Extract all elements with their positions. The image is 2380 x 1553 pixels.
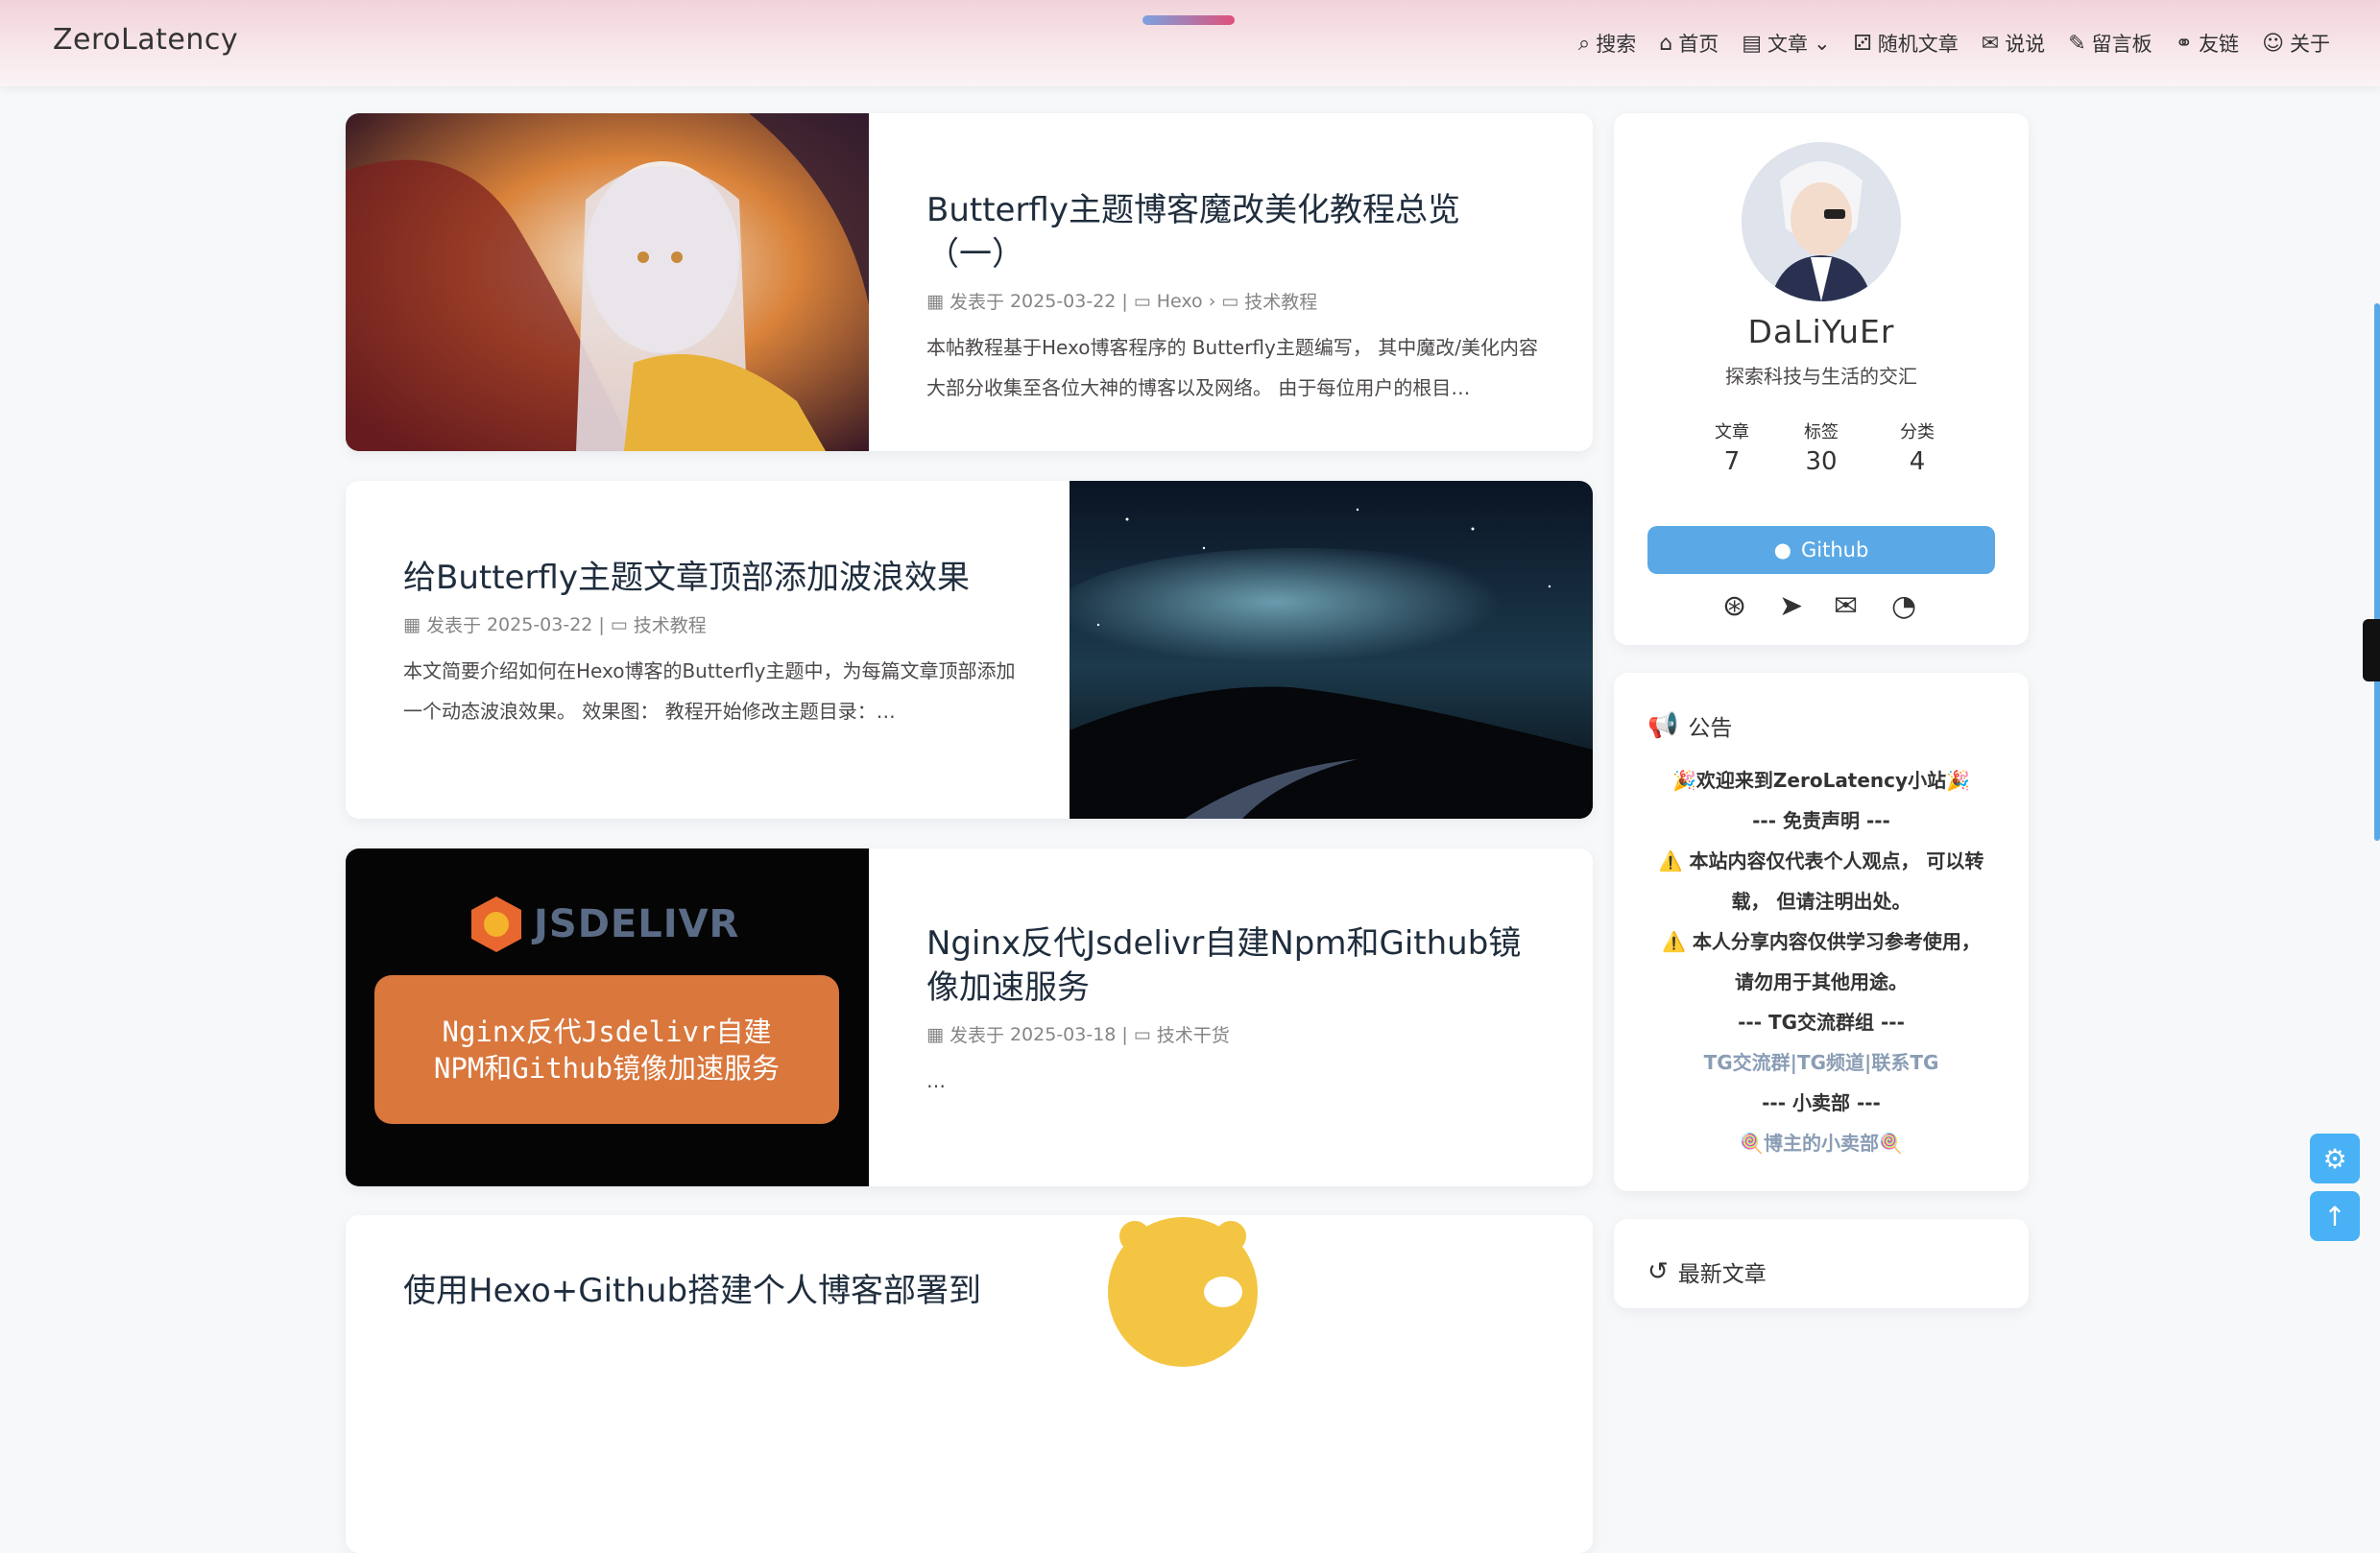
tg-links[interactable]: TG交流群|TG频道|联系TG xyxy=(1614,1047,2029,1075)
author-name: DaLiYuEr xyxy=(1747,313,1895,350)
folder-icon: ▭ xyxy=(1133,290,1151,312)
recent-posts-header: ↺ 最新文章 xyxy=(1647,1257,1767,1287)
hexagon-logo-icon xyxy=(471,896,521,952)
nav-item-search[interactable]: ⌕ 搜索 xyxy=(1578,29,1636,58)
shop-link[interactable]: 🍭博主的小卖部🍭 xyxy=(1614,1128,2029,1156)
post-info: Nginx反代Jsdelivr自建Npm和Github镜像加速服务 ▦ 发表于 … xyxy=(926,921,1541,1101)
category-link[interactable]: Hexo xyxy=(1157,291,1203,312)
user-icon: ☺ xyxy=(2262,31,2284,56)
post-excerpt: … xyxy=(926,1069,946,1092)
edit-icon: ✎ xyxy=(2068,31,2086,56)
category-link[interactable]: 技术教程 xyxy=(1244,288,1317,314)
scrollbar-thumb[interactable] xyxy=(2374,303,2380,841)
history-icon: ↺ xyxy=(1647,1257,1669,1286)
post-title[interactable]: 使用Hexo+Github搭建个人博客部署到 xyxy=(403,1269,1018,1313)
github-follow-button[interactable]: ● Github xyxy=(1647,526,1995,574)
nav-item-articles[interactable]: ▤ 文章 ⌄ xyxy=(1742,29,1830,58)
post-excerpt: 本文简要介绍如何在Hexo博客的Butterfly主题中，为每篇文章顶部添加一个… xyxy=(403,659,1016,723)
post-card[interactable]: 使用Hexo+Github搭建个人博客部署到 xyxy=(346,1215,1593,1553)
bullhorn-icon: 📢 xyxy=(1647,711,1679,740)
post-info: 给Butterfly主题文章顶部添加波浪效果 ▦ 发表于 2025-03-22 … xyxy=(403,556,1018,731)
nav-item-talk[interactable]: ✉ 说说 xyxy=(1982,29,2045,58)
post-date: 2025-03-22 xyxy=(486,613,593,635)
post-excerpt: 本帖教程基于Hexo博客程序的 Butterfly主题编写， 其中魔改/美化内容… xyxy=(926,336,1538,399)
mail-icon[interactable]: ✉ xyxy=(1834,589,1858,623)
nav-decoration-pill xyxy=(1142,15,1235,25)
home-icon: ⌂ xyxy=(1659,31,1673,56)
folder-icon: ▭ xyxy=(1133,1023,1151,1045)
post-title[interactable]: 给Butterfly主题文章顶部添加波浪效果 xyxy=(403,556,1018,600)
post-meta: ▦ 发表于 2025-03-18 | ▭ 技术干货 xyxy=(926,1021,1541,1047)
post-cover-image[interactable] xyxy=(1070,1215,1593,1553)
comment-icon: ✉ xyxy=(1981,31,2000,56)
category-link[interactable]: 技术干货 xyxy=(1157,1021,1230,1047)
gear-icon: ⚙ xyxy=(2322,1142,2347,1175)
post-date: 2025-03-22 xyxy=(1009,290,1117,312)
site-brand[interactable]: ZeroLatency xyxy=(53,23,238,57)
rss-icon[interactable]: ◔ xyxy=(1891,589,1916,623)
post-card[interactable]: 给Butterfly主题文章顶部添加波浪效果 ▦ 发表于 2025-03-22 … xyxy=(346,481,1593,819)
back-to-top-button[interactable]: ↑ xyxy=(2310,1191,2360,1241)
author-motto: 探索科技与生活的交汇 xyxy=(1725,365,1917,388)
calendar-icon: ▦ xyxy=(926,1023,944,1045)
post-card[interactable]: Butterfly主题博客魔改美化教程总览（一） ▦ 发表于 2025-03-2… xyxy=(346,113,1593,451)
jsdelivr-logo: JSDELIVR xyxy=(469,895,739,954)
nav-item-random[interactable]: ⚂ 随机文章 xyxy=(1854,29,1959,58)
nav-item-friends[interactable]: ⚭ 友链 xyxy=(2176,29,2239,58)
post-info: Butterfly主题博客魔改美化教程总览（一） ▦ 发表于 2025-03-2… xyxy=(926,188,1541,408)
nav-menu: ⌕ 搜索 ⌂ 首页 ▤ 文章 ⌄ ⚂ 随机文章 ✉ 说说 ✎ 留言板 ⚭ 友链 ☺ 关于 xyxy=(1555,29,2330,58)
github-icon[interactable]: ⊛ xyxy=(1722,589,1746,623)
post-meta: ▦ 发表于 2025-03-22 | ▭ 技术教程 xyxy=(403,611,1018,637)
side-tab[interactable] xyxy=(2363,619,2380,681)
link-icon: ⚭ xyxy=(2175,31,2194,56)
top-navbar: ZeroLatency ⌕ 搜索 ⌂ 首页 ▤ 文章 ⌄ ⚂ 随机文章 ✉ 说说 ✎ 留言板 … xyxy=(0,0,2380,86)
post-meta: ▦ 发表于 2025-03-22 | ▭ Hexo › ▭ 技术教程 xyxy=(926,288,1541,314)
post-title[interactable]: Nginx反代Jsdelivr自建Npm和Github镜像加速服务 xyxy=(926,921,1541,1010)
category-link[interactable]: 技术教程 xyxy=(634,611,707,637)
avatar[interactable] xyxy=(1742,142,1901,301)
github-icon: ● xyxy=(1773,538,1792,561)
post-card[interactable]: JSDELIVR Nginx反代Jsdelivr自建NPM和Github镜像加速… xyxy=(346,848,1593,1186)
announcement-header: 📢 公告 xyxy=(1647,711,1733,741)
post-cover-image[interactable] xyxy=(346,113,869,451)
folder-icon: ▭ xyxy=(1221,290,1239,312)
author-card: DaLiYuEr 探索科技与生活的交汇 文章 7 标签 30 分类 4 ● Gi… xyxy=(1614,113,2029,645)
recent-posts-card: ↺ 最新文章 xyxy=(1614,1219,2029,1308)
nav-item-about[interactable]: ☺ 关于 xyxy=(2262,29,2330,58)
nav-item-guestbook[interactable]: ✎ 留言板 xyxy=(2068,29,2152,58)
post-info: 使用Hexo+Github搭建个人博客部署到 xyxy=(403,1269,1018,1313)
calendar-icon: ▦ xyxy=(403,613,421,635)
archive-icon: ▤ xyxy=(1742,31,1763,56)
chevron-down-icon: ⌄ xyxy=(1814,32,1831,55)
settings-button[interactable]: ⚙ xyxy=(2310,1134,2360,1183)
cover-banner: Nginx反代Jsdelivr自建NPM和Github镜像加速服务 xyxy=(374,975,839,1124)
post-title[interactable]: Butterfly主题博客魔改美化教程总览（一） xyxy=(926,188,1541,276)
announcement-card: 📢 公告 🎉欢迎来到ZeroLatency小站🎉 --- 免责声明 --- ⚠️… xyxy=(1614,673,2029,1191)
stat-categories[interactable]: 分类 4 xyxy=(1860,418,1975,476)
post-cover-image[interactable] xyxy=(1050,481,1593,819)
telegram-icon[interactable]: ➤ xyxy=(1779,589,1803,623)
nav-item-home[interactable]: ⌂ 首页 xyxy=(1659,29,1719,58)
arrow-up-icon: ↑ xyxy=(2323,1200,2346,1232)
random-icon: ⚂ xyxy=(1853,31,1872,56)
folder-icon: ▭ xyxy=(610,613,628,635)
chevron-right-icon: › xyxy=(1208,290,1216,312)
post-cover-image[interactable]: JSDELIVR Nginx反代Jsdelivr自建NPM和Github镜像加速… xyxy=(346,848,869,1186)
calendar-icon: ▦ xyxy=(926,290,944,312)
post-date: 2025-03-18 xyxy=(1009,1023,1117,1045)
search-icon: ⌕ xyxy=(1577,31,1591,56)
